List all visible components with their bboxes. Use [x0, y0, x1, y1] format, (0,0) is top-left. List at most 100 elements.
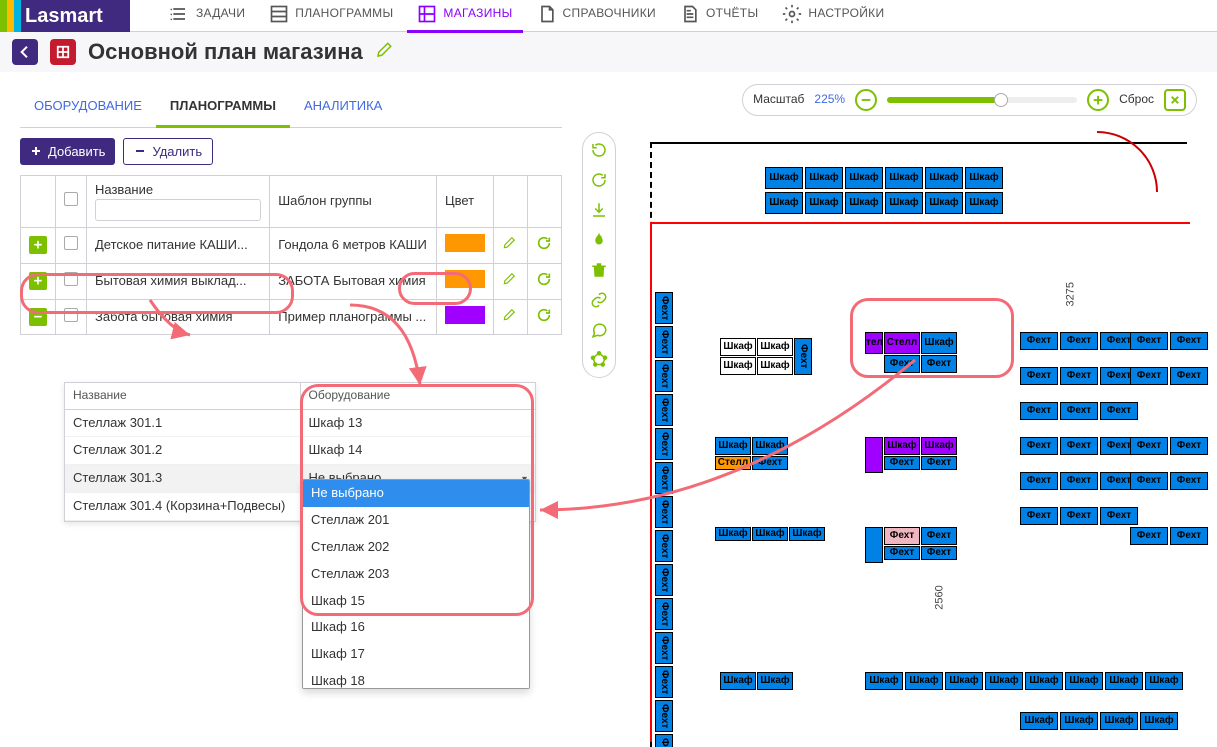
- table-row[interactable]: + Бытовая химия выклад... ЗАБОТА Бытовая…: [21, 263, 562, 299]
- floor-shelf[interactable]: Шкаф: [757, 672, 793, 690]
- dropdown-option[interactable]: Стеллаж 202: [303, 534, 529, 561]
- floor-shelf[interactable]: Фехт: [1130, 332, 1168, 350]
- floor-shelf[interactable]: Шкаф: [765, 192, 803, 214]
- zoom-reset-button[interactable]: ×: [1164, 89, 1186, 111]
- nav-tasks[interactable]: ЗАДАЧИ: [160, 0, 255, 33]
- edit-row-button[interactable]: [502, 274, 516, 289]
- floor-shelf[interactable]: Фехт: [655, 360, 673, 392]
- floor-shelf[interactable]: Фехт: [1060, 402, 1098, 420]
- nav-refs[interactable]: СПРАВОЧНИКИ: [527, 0, 666, 33]
- floor-shelf[interactable]: Фехт: [655, 598, 673, 630]
- floor-shelf[interactable]: Шкаф: [789, 527, 825, 541]
- zoom-in-button[interactable]: +: [1087, 89, 1109, 111]
- floor-shelf[interactable]: Шкаф: [757, 338, 793, 356]
- floor-shelf[interactable]: Шкаф: [965, 167, 1003, 189]
- checkbox[interactable]: [64, 236, 78, 250]
- floor-shelf[interactable]: Фехт: [1060, 332, 1098, 350]
- floor-shelf[interactable]: Фехт: [921, 546, 957, 560]
- floor-shelf[interactable]: Шкаф: [805, 167, 843, 189]
- floor-shelf-purple[interactable]: Стелл: [865, 332, 883, 354]
- floor-plan[interactable]: ШкафШкафШкафШкафШкафШкафШкафШкафШкафШкаф…: [570, 72, 1217, 747]
- comment-button[interactable]: [588, 319, 610, 341]
- floor-shelf[interactable]: Шкаф: [885, 167, 923, 189]
- floor-shelf[interactable]: Шкаф: [925, 167, 963, 189]
- floor-shelf[interactable]: Шкаф: [1100, 712, 1138, 730]
- link-button[interactable]: [588, 289, 610, 311]
- dropdown-list[interactable]: Не выбрано Стеллаж 201 Стеллаж 202 Стелл…: [302, 479, 530, 689]
- rotate-button[interactable]: [588, 139, 610, 161]
- color-swatch[interactable]: [445, 306, 485, 324]
- floor-shelf[interactable]: Шкаф: [1145, 672, 1183, 690]
- floor-shelf[interactable]: Шкаф: [1025, 672, 1063, 690]
- edit-row-button[interactable]: [502, 238, 516, 253]
- floor-shelf[interactable]: Шкаф: [752, 437, 788, 455]
- floor-shelf[interactable]: Фехт: [921, 355, 957, 373]
- floor-shelf[interactable]: Фехт: [655, 564, 673, 596]
- edit-title-button[interactable]: [375, 41, 393, 64]
- floor-shelf[interactable]: Фехт: [655, 632, 673, 664]
- floor-shelf[interactable]: Фехт: [752, 456, 788, 470]
- floor-shelf[interactable]: Фехт: [1170, 472, 1208, 490]
- floor-shelf[interactable]: Шкаф: [905, 672, 943, 690]
- delete-button[interactable]: Удалить: [123, 138, 213, 165]
- floor-shelf[interactable]: Шкаф: [845, 167, 883, 189]
- trash-button[interactable]: [588, 259, 610, 281]
- floor-shelf[interactable]: Шкаф: [845, 192, 883, 214]
- nav-reports[interactable]: ОТЧЁТЫ: [670, 0, 768, 33]
- nav-stores[interactable]: МАГАЗИНЫ: [407, 0, 522, 33]
- floor-shelf[interactable]: Фехт: [1060, 472, 1098, 490]
- floor-shelf[interactable]: Шкаф: [925, 192, 963, 214]
- floor-shelf[interactable]: Фехт: [1170, 367, 1208, 385]
- dropdown-option[interactable]: Шкаф 18: [303, 668, 529, 689]
- table-row[interactable]: + Детское питание КАШИ... Гондола 6 метр…: [21, 227, 562, 263]
- floor-shelf[interactable]: Шкаф: [985, 672, 1023, 690]
- floor-shelf[interactable]: Фехт: [655, 394, 673, 426]
- floor-shelf-purple[interactable]: Шкаф: [884, 437, 920, 455]
- back-button[interactable]: [12, 39, 38, 65]
- plan-mode-button[interactable]: [50, 39, 76, 65]
- floor-shelf[interactable]: Фехт: [655, 700, 673, 732]
- floor-shelf[interactable]: Фехт: [1130, 472, 1168, 490]
- floor-shelf[interactable]: Фехт: [1130, 437, 1168, 455]
- tab-equipment[interactable]: ОБОРУДОВАНИЕ: [20, 88, 156, 127]
- floor-shelf[interactable]: Фехт: [655, 530, 673, 562]
- sub-row[interactable]: Стеллаж 301.1: [65, 410, 300, 438]
- floor-shelf[interactable]: Шкаф: [720, 357, 756, 375]
- logo[interactable]: Lasmart: [0, 0, 130, 32]
- floor-shelf[interactable]: Фехт: [794, 338, 812, 375]
- dropdown-option[interactable]: Стеллаж 203: [303, 561, 529, 588]
- sub-row[interactable]: Стеллаж 301.3: [65, 465, 300, 493]
- floor-shelf[interactable]: Фехт: [655, 326, 673, 358]
- floor-shelf[interactable]: Шкаф: [720, 338, 756, 356]
- floor-shelf[interactable]: Шкаф: [805, 192, 843, 214]
- expand-button[interactable]: +: [29, 236, 47, 254]
- floor-shelf[interactable]: Шкаф: [715, 437, 751, 455]
- dropdown-option[interactable]: Шкаф 17: [303, 641, 529, 668]
- floor-shelf[interactable]: Фехт: [1130, 367, 1168, 385]
- redo-button[interactable]: [588, 169, 610, 191]
- floor-shelf[interactable]: Фехт: [1060, 437, 1098, 455]
- floor-shelf[interactable]: Шкаф: [965, 192, 1003, 214]
- floor-shelf[interactable]: Фехт: [1130, 527, 1168, 545]
- floor-shelf[interactable]: Шкаф: [1105, 672, 1143, 690]
- floor-shelf[interactable]: Фехт: [1060, 367, 1098, 385]
- heat-button[interactable]: [588, 229, 610, 251]
- refresh-row-button[interactable]: [536, 275, 552, 290]
- floor-shelf[interactable]: Фехт: [884, 546, 920, 560]
- floor-shelf-purple[interactable]: [865, 437, 883, 473]
- refresh-row-button[interactable]: [536, 311, 552, 326]
- floor-shelf[interactable]: Шкаф: [1060, 712, 1098, 730]
- name-filter-input[interactable]: [95, 199, 261, 221]
- refresh-row-button[interactable]: [536, 239, 552, 254]
- floor-shelf[interactable]: Фехт: [884, 355, 920, 373]
- floor-shelf[interactable]: Шкаф: [720, 672, 756, 690]
- nav-settings[interactable]: НАСТРОЙКИ: [772, 0, 894, 33]
- floor-shelf[interactable]: Шкаф: [1065, 672, 1103, 690]
- floor-shelf[interactable]: Шкаф: [1020, 712, 1058, 730]
- floor-shelf[interactable]: Шкаф: [945, 672, 983, 690]
- sub-row[interactable]: Стеллаж 301.2: [65, 437, 300, 465]
- polygon-button[interactable]: [588, 349, 610, 371]
- floor-shelf[interactable]: Фехт: [1020, 332, 1058, 350]
- tab-planograms[interactable]: ПЛАНОГРАММЫ: [156, 88, 290, 128]
- download-button[interactable]: [588, 199, 610, 221]
